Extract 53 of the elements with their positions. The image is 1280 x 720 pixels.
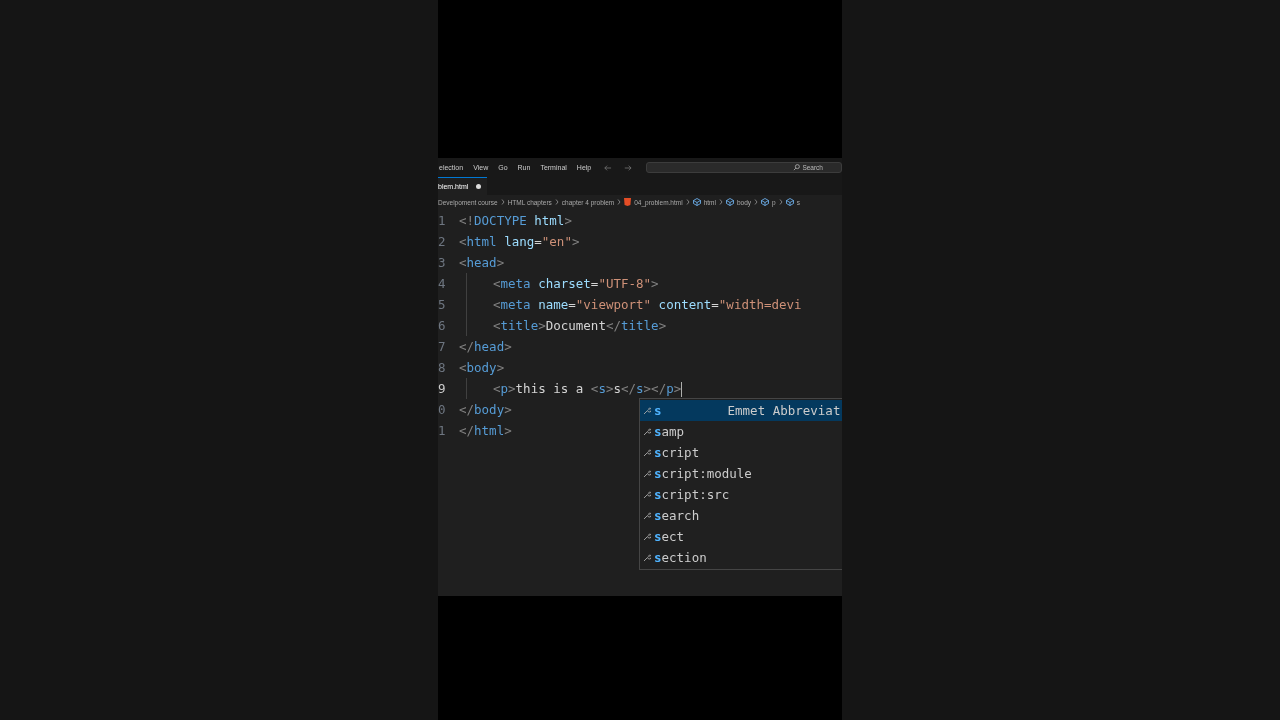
wrench-icon <box>643 553 651 562</box>
line-number: 6 <box>438 318 447 333</box>
line-number: 1 <box>438 423 447 438</box>
chevron-icon <box>754 199 759 205</box>
line-number: 8 <box>438 360 447 375</box>
suggestion-item[interactable]: sect <box>640 526 842 547</box>
wrench-icon <box>643 406 651 415</box>
line-number: 1 <box>438 213 447 228</box>
search-icon <box>793 164 800 171</box>
suggestion-item[interactable]: s Emmet Abbreviat <box>640 400 842 421</box>
code-line: <meta charset="UTF-8"> <box>492 276 659 291</box>
wrench-icon <box>643 427 651 436</box>
wrench-icon <box>643 490 651 499</box>
cube-icon <box>725 198 734 206</box>
suggestion-item[interactable]: script <box>640 442 842 463</box>
line-number: 7 <box>438 339 447 354</box>
code-line: <body> <box>459 360 505 375</box>
suggestion-item[interactable]: section <box>640 547 842 568</box>
line-number: 2 <box>438 234 447 249</box>
wrench-icon <box>643 532 651 541</box>
chevron-icon <box>778 199 783 205</box>
suggestion-item[interactable]: script:module <box>640 463 842 484</box>
chevron-icon <box>500 199 505 205</box>
wrench-icon <box>643 448 651 457</box>
code-line: <head> <box>459 255 505 270</box>
back-arrow-icon[interactable] <box>604 163 613 172</box>
chevron-icon <box>617 199 622 205</box>
suggestion-item[interactable]: samp <box>640 421 842 442</box>
line-number: 4 <box>438 276 447 291</box>
code-line: </head> <box>459 339 512 354</box>
code-line: <p>this is a <s>s</s></p> <box>492 380 683 397</box>
wrench-icon <box>643 469 651 478</box>
line-number: 0 <box>438 402 447 417</box>
chevron-icon <box>685 199 690 205</box>
wrench-icon <box>643 511 651 520</box>
suggestion-item[interactable]: search <box>640 505 842 526</box>
chevron-icon <box>718 199 723 205</box>
line-number: 9 <box>438 381 447 396</box>
line-number: 3 <box>438 255 447 270</box>
code-line: </html> <box>459 423 512 438</box>
forward-arrow-icon[interactable] <box>624 163 632 172</box>
code-line: </body> <box>459 402 512 417</box>
code-line: <title>Document</title> <box>492 318 667 333</box>
html-file-icon <box>624 198 632 206</box>
code-line: <meta name="viewport" content="width=devi <box>492 297 802 312</box>
code-line: <html lang="en"> <box>459 234 580 249</box>
code-line: <!DOCTYPE html> <box>459 213 572 228</box>
cube-icon <box>785 198 794 206</box>
cube-icon <box>761 198 770 206</box>
cube-icon <box>692 198 701 206</box>
chevron-icon <box>554 199 559 205</box>
suggestion-item[interactable]: script:src <box>640 484 842 505</box>
line-number: 5 <box>438 297 447 312</box>
